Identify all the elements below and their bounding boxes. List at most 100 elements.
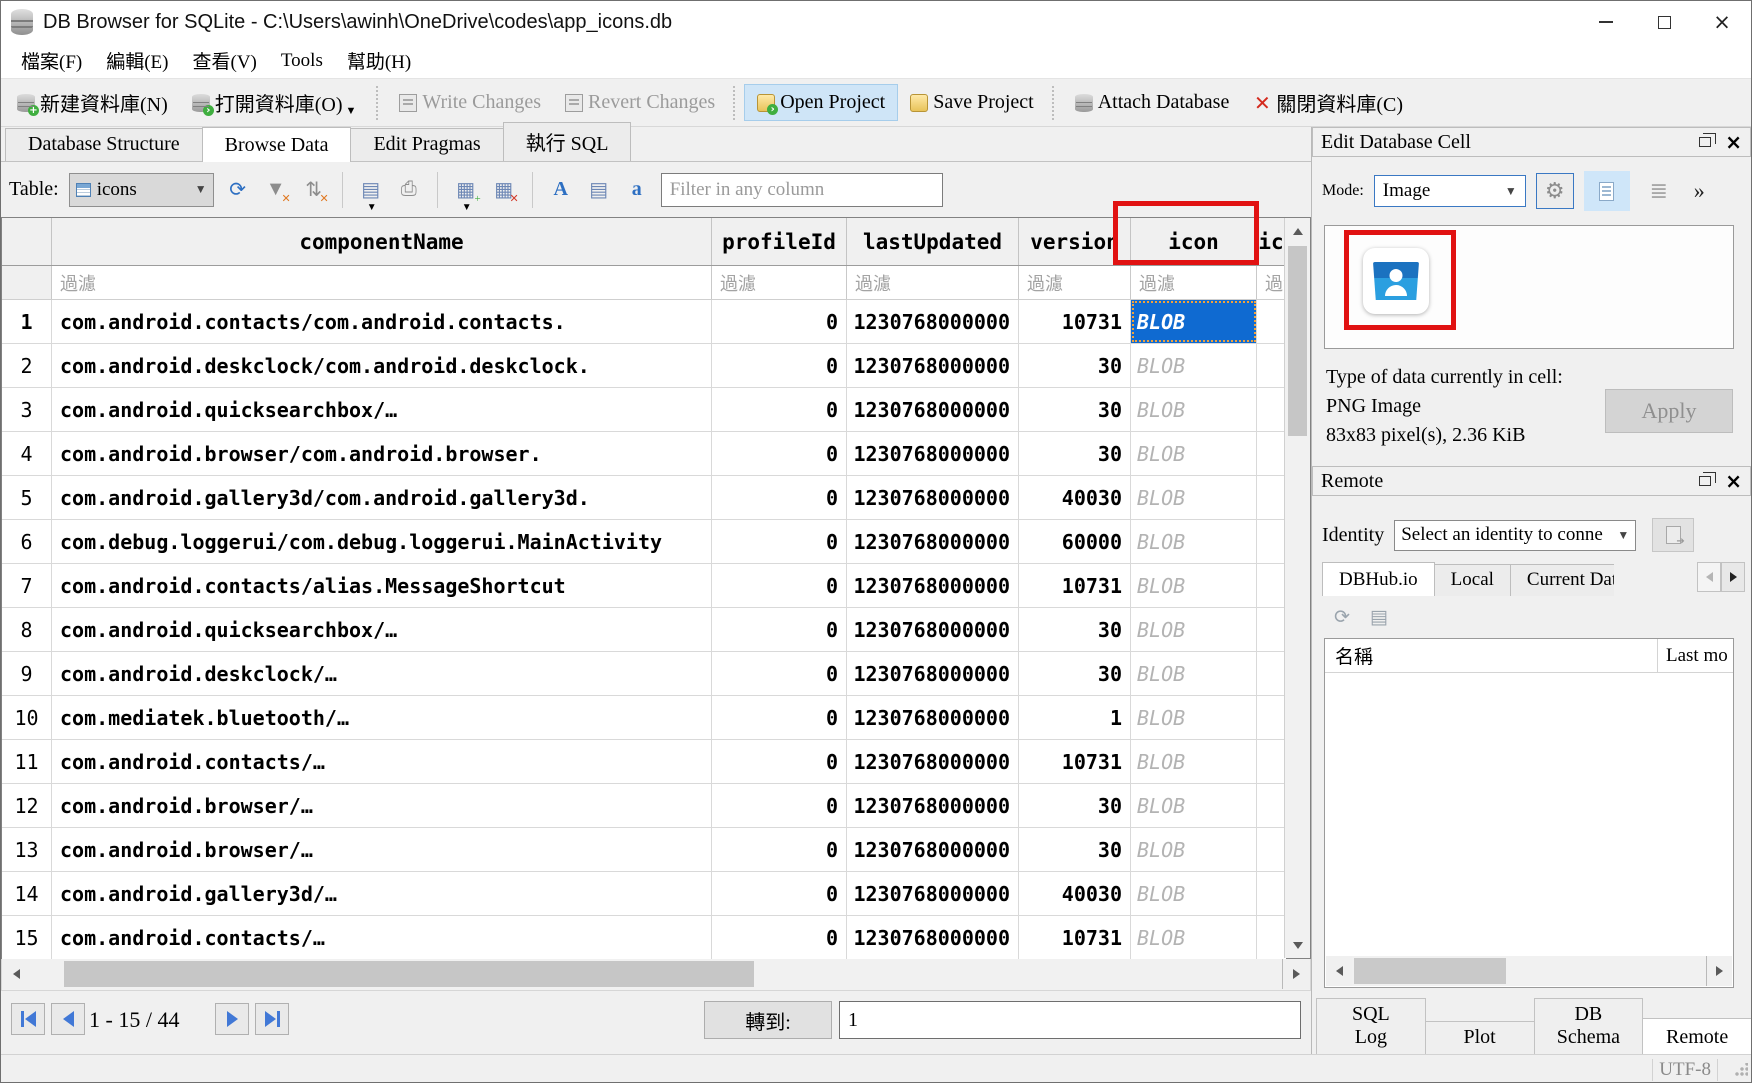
save-table-icon[interactable]: ▤▼ (357, 176, 385, 204)
goto-record-input[interactable] (839, 1001, 1301, 1039)
cell-version[interactable]: 30 (1019, 608, 1131, 651)
cell-partial[interactable] (1257, 520, 1286, 563)
cell-icon-blob[interactable]: BLOB (1131, 652, 1257, 695)
cell-icon-blob[interactable]: BLOB (1131, 476, 1257, 519)
cell-version[interactable]: 10731 (1019, 564, 1131, 607)
conditional-format-icon[interactable]: a (623, 176, 651, 204)
cell-lastUpdated[interactable]: 1230768000000 (847, 520, 1019, 563)
tab-scroll-left-icon[interactable] (1697, 562, 1721, 592)
cell-profileId[interactable]: 0 (712, 608, 847, 651)
cell-lastUpdated[interactable]: 1230768000000 (847, 476, 1019, 519)
column-last-modified-header[interactable]: Last mo (1657, 639, 1733, 672)
filter-any-column-input[interactable] (661, 173, 943, 207)
cell-profileId[interactable]: 0 (712, 696, 847, 739)
tab-plot[interactable]: Plot (1425, 1021, 1535, 1054)
cell-profileId[interactable]: 0 (712, 652, 847, 695)
cell-profileId[interactable]: 0 (712, 564, 847, 607)
cell-profileId[interactable]: 0 (712, 476, 847, 519)
attach-database-button[interactable]: Attach Database (1063, 85, 1242, 120)
cell-icon-blob[interactable]: BLOB (1131, 872, 1257, 915)
last-record-button[interactable] (255, 1003, 289, 1035)
goto-button[interactable]: 轉到: (704, 1001, 832, 1039)
cell-icon-blob[interactable]: BLOB (1131, 828, 1257, 871)
filter-input-cell[interactable]: 過濾 (52, 266, 712, 299)
cell-partial[interactable] (1257, 916, 1286, 959)
tab-execute-sql[interactable]: 執行 SQL (503, 122, 632, 161)
cell-icon-blob[interactable]: BLOB (1131, 916, 1257, 959)
cell-componentName[interactable]: com.android.deskclock/com.android.deskcl… (52, 344, 712, 387)
header-icon[interactable]: icon (1131, 218, 1257, 265)
cell-lastUpdated[interactable]: 1230768000000 (847, 828, 1019, 871)
cell-componentName[interactable]: com.mediatek.bluetooth/… (52, 696, 712, 739)
cell-partial[interactable] (1257, 608, 1286, 651)
scroll-thumb[interactable] (1354, 958, 1506, 984)
scroll-up-icon[interactable] (1285, 218, 1310, 244)
chevron-down-icon[interactable]: ▼ (346, 105, 357, 117)
tab-current-database[interactable]: Current Dat (1510, 564, 1614, 596)
scroll-left-icon[interactable] (1326, 956, 1352, 986)
cell-icon-blob[interactable]: BLOB (1131, 740, 1257, 783)
cell-partial[interactable] (1257, 564, 1286, 607)
cell-profileId[interactable]: 0 (712, 432, 847, 475)
cell-partial[interactable] (1257, 828, 1286, 871)
cell-version[interactable]: 30 (1019, 828, 1131, 871)
float-panel-icon[interactable] (1699, 137, 1711, 147)
cell-lastUpdated[interactable]: 1230768000000 (847, 916, 1019, 959)
revert-changes-button[interactable]: Revert Changes (553, 85, 727, 120)
horizontal-scrollbar[interactable] (1, 959, 1311, 991)
cell-partial[interactable] (1257, 432, 1286, 475)
cell-icon-blob[interactable]: BLOB (1131, 696, 1257, 739)
cell-partial[interactable] (1257, 696, 1286, 739)
cell-version[interactable]: 10731 (1019, 740, 1131, 783)
cell-lastUpdated[interactable]: 1230768000000 (847, 388, 1019, 431)
filter-input-cell[interactable]: 過濾 (1131, 266, 1257, 299)
open-project-button[interactable]: › Open Project (744, 84, 898, 121)
save-project-button[interactable]: Save Project (898, 85, 1046, 120)
cell-version[interactable]: 30 (1019, 344, 1131, 387)
header-partial[interactable]: ic (1257, 218, 1286, 265)
cell-version[interactable]: 30 (1019, 652, 1131, 695)
refresh-icon[interactable]: ⟳ (224, 176, 252, 204)
header-version[interactable]: version (1019, 218, 1131, 265)
remote-list-scrollbar[interactable] (1326, 956, 1732, 986)
new-database-button[interactable]: + 新建資料庫(N) (5, 82, 180, 123)
upload-database-icon[interactable]: ▤ (1370, 606, 1388, 628)
tab-browse-data[interactable]: Browse Data (202, 127, 352, 162)
cell-lastUpdated[interactable]: 1230768000000 (847, 344, 1019, 387)
minimize-button[interactable] (1577, 1, 1635, 43)
import-certificate-button[interactable] (1652, 518, 1694, 552)
menu-help[interactable]: 幫助(H) (335, 45, 423, 76)
cell-lastUpdated[interactable]: 1230768000000 (847, 784, 1019, 827)
scroll-down-icon[interactable] (1285, 932, 1310, 958)
cell-lastUpdated[interactable]: 1230768000000 (847, 696, 1019, 739)
cell-icon-blob[interactable]: BLOB (1131, 520, 1257, 563)
filter-input-cell[interactable]: 過濾 (1019, 266, 1131, 299)
cell-componentName[interactable]: com.android.contacts/… (52, 916, 712, 959)
cell-componentName[interactable]: com.debug.loggerui/com.debug.loggerui.Ma… (52, 520, 712, 563)
menu-file[interactable]: 檔案(F) (9, 45, 94, 76)
cell-partial[interactable] (1257, 872, 1286, 915)
cell-icon-blob[interactable]: BLOB (1131, 564, 1257, 607)
tab-edit-pragmas[interactable]: Edit Pragmas (350, 128, 503, 161)
cell-icon-blob[interactable]: BLOB (1131, 300, 1257, 343)
cell-profileId[interactable]: 0 (712, 740, 847, 783)
apply-button[interactable]: Apply (1605, 389, 1733, 433)
cell-lastUpdated[interactable]: 1230768000000 (847, 432, 1019, 475)
vertical-scrollbar[interactable] (1284, 218, 1310, 958)
refresh-icon[interactable]: ⟳ (1334, 606, 1350, 628)
clear-filters-icon[interactable]: ▼✕ (262, 176, 290, 204)
table-select[interactable]: icons ▼ (69, 173, 214, 207)
cell-profileId[interactable]: 0 (712, 872, 847, 915)
cell-partial[interactable] (1257, 388, 1286, 431)
cell-version[interactable]: 30 (1019, 784, 1131, 827)
cell-lastUpdated[interactable]: 1230768000000 (847, 872, 1019, 915)
menu-view[interactable]: 查看(V) (181, 45, 269, 76)
header-profileId[interactable]: profileId (712, 218, 847, 265)
cell-componentName[interactable]: com.android.quicksearchbox/… (52, 608, 712, 651)
cell-icon-blob[interactable]: BLOB (1131, 608, 1257, 651)
font-icon[interactable]: A (547, 176, 575, 204)
close-panel-icon[interactable]: × (1725, 471, 1742, 491)
cell-componentName[interactable]: com.android.gallery3d/… (52, 872, 712, 915)
tab-database-structure[interactable]: Database Structure (5, 128, 203, 161)
mode-select[interactable]: Image ▼ (1374, 175, 1526, 207)
